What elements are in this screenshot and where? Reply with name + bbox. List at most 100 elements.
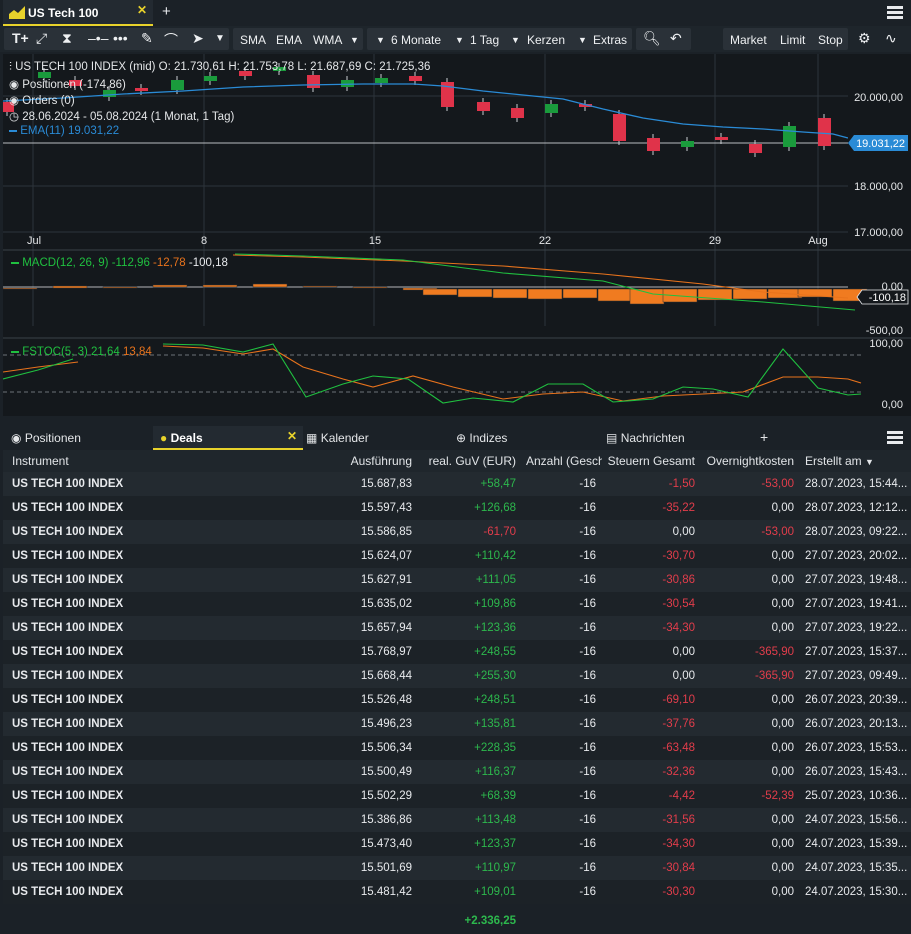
cell-anzahl: -16 (579, 766, 596, 778)
cell-overnight: 0,00 (771, 718, 794, 730)
col-ausfuehrung[interactable]: Ausführung (351, 454, 412, 468)
cell-ausfuehrung: 15.627,91 (360, 574, 412, 586)
cell-overnight: 0,00 (771, 862, 794, 874)
fstoc-swatch (11, 350, 19, 353)
indicator-dropdown-icon[interactable]: ▼ (350, 35, 359, 45)
table-row[interactable]: US TECH 100 INDEX 15.657,94 +123,36 -16 -34,… (3, 616, 911, 640)
close-icon[interactable]: ✕ (137, 3, 147, 17)
table-row[interactable]: US TECH 100 INDEX 15.627,91 +111,05 -16 -30,… (3, 568, 911, 592)
col-real-guv[interactable]: real. GuV (EUR) (429, 454, 516, 468)
settings-icon[interactable]: ⚙ (858, 30, 871, 47)
candle (511, 108, 524, 118)
table-row[interactable]: US TECH 100 INDEX 15.496,23 +135,81 -16 -37,… (3, 712, 911, 736)
text-tool-icon[interactable]: T+ (12, 30, 29, 46)
cell-overnight: -53,00 (761, 478, 794, 490)
market-order-button[interactable]: Market (730, 33, 767, 47)
close-icon[interactable]: ✕ (287, 429, 297, 443)
table-row[interactable]: US TECH 100 INDEX 15.473,40 +123,37 -16 -34,… (3, 832, 911, 856)
pulse-icon[interactable]: ∿ (885, 30, 897, 47)
zoom-icon[interactable]: 🔍︎ (643, 30, 661, 47)
col-instrument[interactable]: Instrument (12, 454, 69, 468)
menu-icon[interactable] (887, 6, 903, 19)
tab-indizes[interactable]: ⊕ Indizes (456, 431, 507, 445)
tab-kalender[interactable]: ▦ Kalender (306, 431, 369, 445)
cell-instrument: US TECH 100 INDEX (12, 574, 124, 586)
line-tool-icon[interactable]: ⤢ (36, 30, 47, 47)
cell-ausfuehrung: 15.473,40 (360, 838, 412, 850)
fstoc-label: FSTOC(5, 3) (22, 346, 88, 358)
col-steuern[interactable]: Steuern Gesamt (608, 454, 695, 468)
table-row[interactable]: US TECH 100 INDEX 15.502,29 +68,39 -16 -4,42… (3, 784, 911, 808)
add-tab-button[interactable]: + (760, 429, 768, 445)
fstoc-legend[interactable]: FSTOC(5, 3) 21,64 13,84 (11, 346, 152, 358)
table-row[interactable]: US TECH 100 INDEX 15.586,85 -61,70 -16 0,00 -… (3, 520, 911, 544)
cell-real-guv: -61,70 (483, 526, 516, 538)
price-tick: 20.000,00 (854, 92, 903, 104)
table-row[interactable]: US TECH 100 INDEX 15.386,86 +113,48 -16 -31,… (3, 808, 911, 832)
col-overnight[interactable]: Overnightkosten (707, 454, 794, 468)
table-row[interactable]: US TECH 100 INDEX 15.597,43 +126,68 -16 -35,… (3, 496, 911, 520)
table-row[interactable]: US TECH 100 INDEX 15.768,97 +248,55 -16 0,00… (3, 640, 911, 664)
interval-select[interactable]: 1 Tag (470, 33, 499, 47)
tab-nachrichten[interactable]: ▤ Nachrichten (606, 431, 685, 445)
dotted-line-icon[interactable]: ••• (113, 30, 128, 46)
horizontal-line-icon[interactable]: –•– (88, 30, 108, 46)
cell-real-guv: +123,36 (474, 622, 516, 634)
chart-icon (9, 6, 25, 19)
table-row[interactable]: US TECH 100 INDEX 15.624,07 +110,42 -16 -30,… (3, 544, 911, 568)
cell-erstellt: 24.07.2023, 15:35... (805, 862, 908, 874)
cell-steuern: -37,76 (662, 718, 695, 730)
cell-steuern: 0,00 (672, 646, 695, 658)
chart-type-select[interactable]: Kerzen (527, 33, 565, 47)
positions-toggle[interactable]: ◉ Positionen (-174,86) (9, 77, 126, 91)
tab-deals[interactable]: ● Deals (160, 431, 203, 445)
ema-button[interactable]: EMA (276, 33, 302, 47)
ema-legend[interactable]: EMA(11) 19.031,22 (9, 125, 119, 137)
curve-tool-icon[interactable]: ⌒ (164, 30, 178, 50)
orders-toggle[interactable]: ◉ Orders (0) (9, 93, 75, 107)
period-select[interactable]: 6 Monate (391, 33, 441, 47)
x-label: 15 (369, 235, 381, 247)
wma-button[interactable]: WMA (313, 33, 342, 47)
fibonacci-tool-icon[interactable]: ⧗ (62, 30, 72, 47)
sma-button[interactable]: SMA (240, 33, 266, 47)
chart-panel[interactable]: 20.000,00 18.000,00 17.000,00 19.031,22 … (1, 54, 911, 416)
table-row[interactable]: US TECH 100 INDEX 15.668,44 +255,30 -16 0,00… (3, 664, 911, 688)
cell-ausfuehrung: 15.500,49 (360, 766, 412, 778)
orders-label: Orders (0) (22, 95, 75, 107)
table-row[interactable]: US TECH 100 INDEX 15.501,69 +110,97 -16 -30,… (3, 856, 911, 880)
extras-menu[interactable]: Extras (593, 33, 627, 47)
ema-swatch (9, 129, 17, 132)
macd-legend[interactable]: MACD(12, 26, 9) -112,96 -12,78 -100,18 (11, 257, 228, 269)
table-row[interactable]: US TECH 100 INDEX 15.481,42 +109,01 -16 -30,… (3, 880, 911, 904)
table-row[interactable]: US TECH 100 INDEX 15.506,34 +228,35 -16 -63,… (3, 736, 911, 760)
table-row[interactable]: US TECH 100 INDEX 15.500,49 +116,37 -16 -32,… (3, 760, 911, 784)
candle (135, 88, 148, 91)
col-anzahl[interactable]: Anzahl (Geschl (526, 454, 602, 468)
cell-real-guv: +123,37 (474, 838, 516, 850)
tab-label: Indizes (469, 431, 508, 445)
cell-instrument: US TECH 100 INDEX (12, 694, 124, 706)
extras-dropdown-icon: ▼ (578, 35, 587, 45)
table-row[interactable]: US TECH 100 INDEX 15.526,48 +248,51 -16 -69,… (3, 688, 911, 712)
col-erstellt[interactable]: Erstellt am ▼ (805, 454, 874, 468)
limit-order-button[interactable]: Limit (780, 33, 805, 47)
cursor-tool-icon[interactable]: ➤ (192, 30, 204, 47)
candle (681, 141, 694, 147)
stop-order-button[interactable]: Stop (818, 33, 843, 47)
cell-ausfuehrung: 15.624,07 (360, 550, 412, 562)
table-row[interactable]: US TECH 100 INDEX 15.687,83 +58,47 -16 -1,50… (3, 472, 911, 496)
undo-icon[interactable]: ↶ (670, 30, 682, 47)
cell-overnight: 0,00 (771, 838, 794, 850)
table-row[interactable]: US TECH 100 INDEX 15.635,02 +109,86 -16 -30,… (3, 592, 911, 616)
cell-steuern: -30,84 (662, 862, 695, 874)
candle (375, 78, 388, 83)
col-erstellt-label: Erstellt am (805, 454, 862, 468)
menu-icon[interactable] (887, 431, 903, 444)
brush-tool-icon[interactable]: ✎ (141, 30, 153, 47)
cell-erstellt: 27.07.2023, 20:02... (805, 550, 908, 562)
cell-steuern: -35,22 (662, 502, 695, 514)
add-tab-button[interactable]: + (162, 3, 171, 20)
tab-positionen[interactable]: ◉ Positionen (11, 431, 81, 445)
tools-dropdown-icon[interactable]: ▼ (215, 33, 225, 44)
